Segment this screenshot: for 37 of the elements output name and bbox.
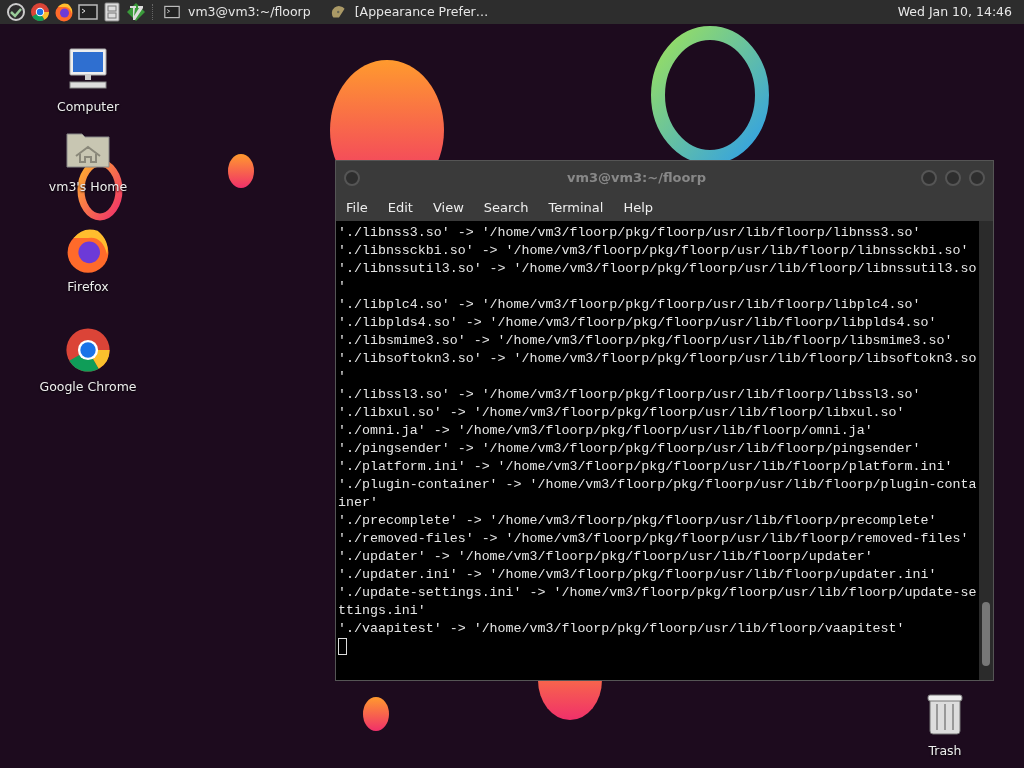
terminal-line: './libplds4.so' -> '/home/vm3/floorp/pkg/floorp/usr/lib/floorp/libplds4.so' [338, 314, 937, 332]
terminal-line: './update-settings.ini' -> '/home/vm3/floorp/pkg/floorp/usr/lib/floorp/update-se [338, 584, 977, 602]
terminal-line: './vaapitest' -> '/home/vm3/floorp/pkg/floorp/usr/lib/floorp/vaapitest' [338, 620, 905, 638]
terminal-line: './platform.ini' -> '/home/vm3/floorp/pkg/floorp/usr/lib/floorp/platform.ini' [338, 458, 953, 476]
terminal-line: './pingsender' -> '/home/vm3/floorp/pkg/floorp/usr/lib/floorp/pingsender' [338, 440, 921, 458]
terminal-line: iner' [338, 494, 378, 512]
terminal-line: ' [338, 278, 346, 296]
menu-item[interactable]: Terminal [538, 197, 614, 218]
task-button[interactable]: vm3@vm3:~/floorp [158, 1, 317, 23]
menu-item[interactable]: View [422, 197, 474, 218]
terminal-line: './libsmime3.so' -> '/home/vm3/floorp/pkg/floorp/usr/lib/floorp/libsmime3.so' [338, 332, 953, 350]
clock: Wed Jan 10, 14:46 [897, 2, 1012, 21]
menu-item[interactable]: File [336, 197, 378, 218]
terminal-line: './libnss3.so' -> '/home/vm3/floorp/pkg/floorp/usr/lib/floorp/libnss3.so' [338, 224, 921, 242]
terminal-line: './libsoftokn3.so' -> '/home/vm3/floorp/pkg/floorp/usr/lib/floorp/libsoftokn3.so [338, 350, 977, 368]
task-button[interactable]: [Appearance Prefer… [324, 1, 495, 23]
terminal-line: ttings.ini' [338, 602, 426, 620]
terminal-line: './libnssckbi.so' -> '/home/vm3/floorp/pkg/floorp/usr/lib/floorp/libnssckbi.so' [338, 242, 969, 260]
terminal-line: './omni.ja' -> '/home/vm3/floorp/pkg/floorp/usr/lib/floorp/omni.ja' [338, 422, 873, 440]
terminal-line: './plugin-container' -> '/home/vm3/floorp/pkg/floorp/usr/lib/floorp/plugin-conta [338, 476, 977, 494]
terminal-line: './libnssutil3.so' -> '/home/vm3/floorp/pkg/floorp/usr/lib/floorp/libnssutil3.so [338, 260, 977, 278]
terminal-line: './precomplete' -> '/home/vm3/floorp/pkg/floorp/usr/lib/floorp/precomplete' [338, 512, 937, 530]
icon-label[interactable]: Trash [928, 742, 962, 761]
terminal-line: './removed-files' -> '/home/vm3/floorp/pkg/floorp/usr/lib/floorp/removed-files' [338, 530, 969, 548]
window-title: vm3@vm3:~/floorp [565, 168, 708, 187]
menu-item[interactable]: Help [613, 197, 664, 218]
terminal-line: './libssl3.so' -> '/home/vm3/floorp/pkg/floorp/usr/lib/floorp/libssl3.so' [338, 386, 921, 404]
icon-label[interactable]: Google Chrome [39, 378, 137, 397]
menu-item[interactable]: Search [473, 197, 539, 218]
terminal-line: './libplc4.so' -> '/home/vm3/floorp/pkg/floorp/usr/lib/floorp/libplc4.so' [338, 296, 921, 314]
terminal-line: './updater.ini' -> '/home/vm3/floorp/pkg/floorp/usr/lib/floorp/updater.ini' [338, 566, 937, 584]
menu-item[interactable]: Edit [377, 197, 423, 218]
icon-label[interactable]: Firefox [67, 278, 109, 297]
icon-label[interactable]: Computer [56, 98, 120, 117]
terminal-line: './libxul.so' -> '/home/vm3/floorp/pkg/floorp/usr/lib/floorp/libxul.so' [338, 404, 905, 422]
terminal-line: ' [338, 368, 346, 386]
terminal-line: './updater' -> '/home/vm3/floorp/pkg/floorp/usr/lib/floorp/updater' [338, 548, 873, 566]
